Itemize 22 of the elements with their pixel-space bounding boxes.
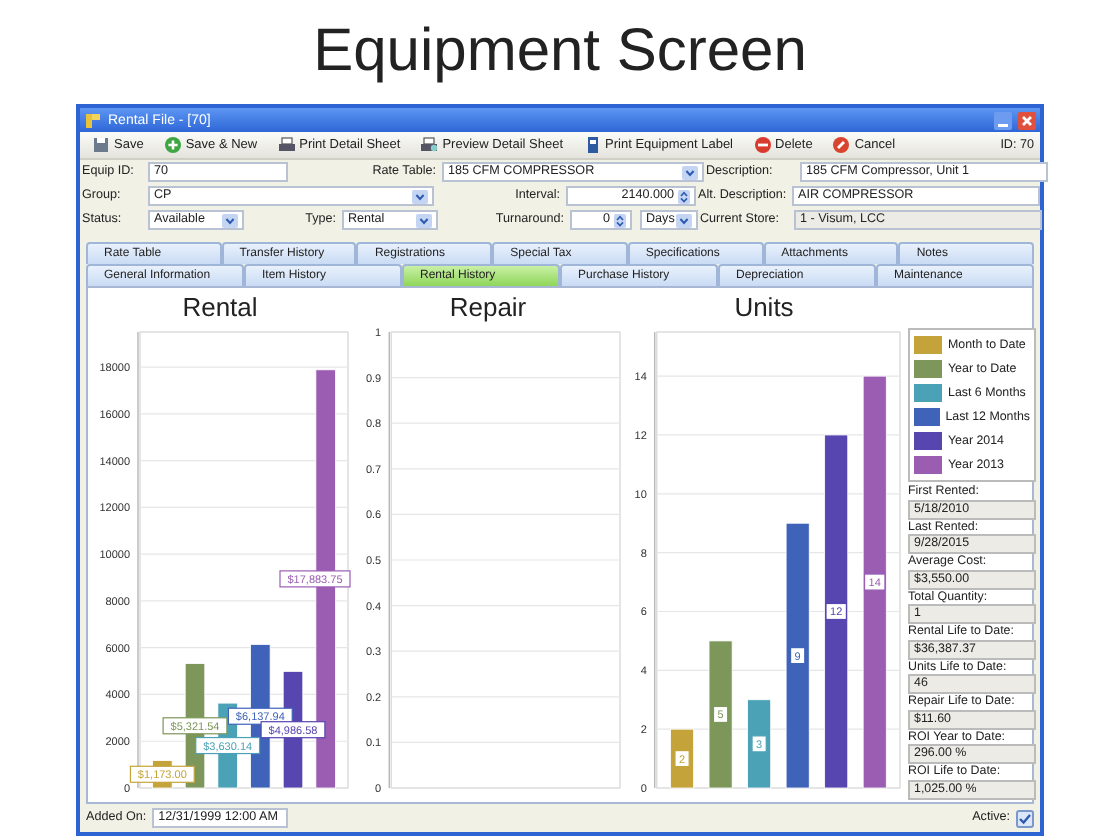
app-icon xyxy=(84,111,102,129)
spinner-icon[interactable] xyxy=(614,213,626,227)
chart-title: Units xyxy=(734,290,794,324)
dropdown-arrow-icon xyxy=(222,213,238,227)
add-icon xyxy=(163,136,182,154)
dropdown-arrow-icon xyxy=(682,165,698,179)
page-headline: Equipment Screen xyxy=(313,18,807,86)
delete-icon xyxy=(753,136,772,154)
label-icon xyxy=(583,136,602,154)
cancel-icon xyxy=(832,136,851,154)
chart-title: Repair xyxy=(449,290,527,324)
printer-icon xyxy=(420,136,439,154)
chart-title: Rental xyxy=(182,290,258,324)
spinner-icon[interactable] xyxy=(678,189,690,203)
dropdown-arrow-icon xyxy=(676,213,692,227)
save-icon xyxy=(92,136,110,154)
printer-icon xyxy=(277,136,296,154)
dropdown-arrow-icon xyxy=(416,213,432,227)
minimize-button[interactable] xyxy=(994,111,1012,129)
close-button[interactable] xyxy=(1018,111,1036,129)
active-checkbox[interactable] xyxy=(1016,809,1034,827)
dropdown-arrow-icon xyxy=(412,189,428,203)
